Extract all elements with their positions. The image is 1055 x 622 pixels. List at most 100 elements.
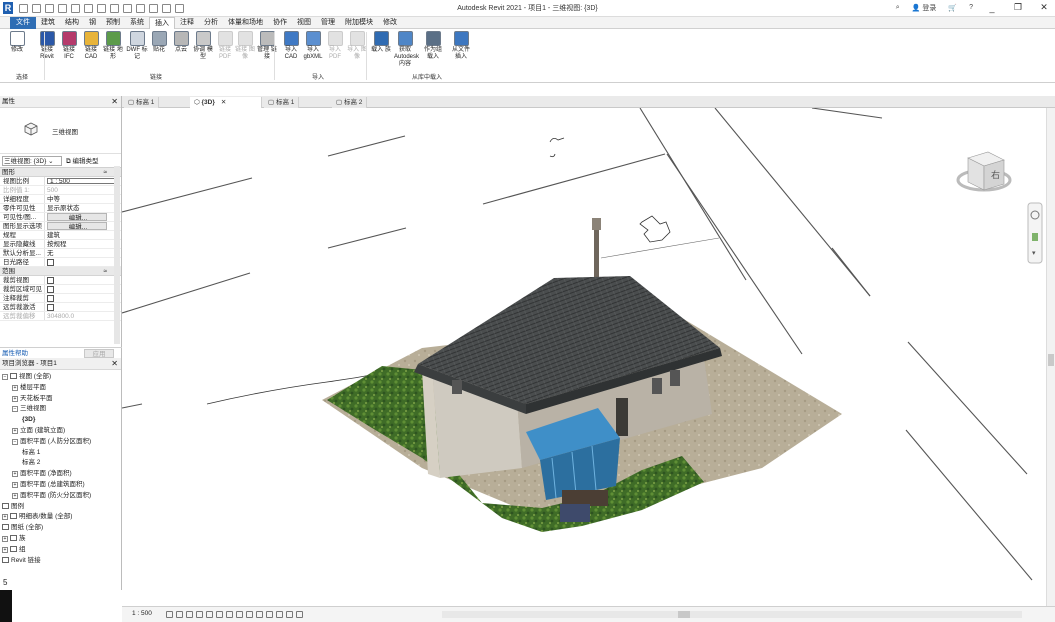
close-icon[interactable]: ✕ xyxy=(111,358,118,370)
sun-path-icon[interactable] xyxy=(186,611,193,618)
tree-node[interactable]: − 三维视图 xyxy=(12,404,46,413)
tree-node[interactable]: 图纸 (全部) xyxy=(2,523,43,532)
menu-tab[interactable]: 分析 xyxy=(199,17,223,29)
tree-node[interactable]: + 楼层平面 xyxy=(12,383,46,392)
tree-node[interactable]: − 视图 (全部) xyxy=(2,372,51,381)
revit-logo-icon[interactable]: R xyxy=(3,2,13,14)
collapse-icon[interactable]: − xyxy=(2,374,8,380)
expand-icon[interactable]: + xyxy=(2,546,8,553)
property-input[interactable]: 1 : 500 xyxy=(47,178,119,184)
expand-icon[interactable]: + xyxy=(12,395,18,402)
lock-view-icon[interactable] xyxy=(236,611,243,618)
ribbon-button-autodesk-content[interactable]: 获取 Autodesk 内容 xyxy=(394,31,419,71)
render-icon[interactable] xyxy=(206,611,213,618)
view-scale[interactable]: 1 : 500 xyxy=(132,610,152,617)
property-checkbox[interactable] xyxy=(45,258,121,266)
type-selector-dropdown[interactable]: 三维视图: {3D} ⌄ xyxy=(2,155,62,166)
temporary-hide-icon[interactable] xyxy=(246,611,253,618)
view-tab-3d[interactable]: ⬡ {3D} ✕ xyxy=(190,97,262,108)
expand-icon[interactable]: + xyxy=(12,428,18,434)
close-icon[interactable]: ✕ xyxy=(111,96,118,108)
scroll-thumb[interactable] xyxy=(1048,354,1054,366)
ribbon-button-load-as-group[interactable]: 作为组 载入 xyxy=(422,31,444,71)
property-checkbox[interactable] xyxy=(45,285,121,293)
3d-viewport[interactable]: 右 ▾ xyxy=(122,108,1046,606)
ribbon-button-load-family[interactable]: 载入 族 xyxy=(370,31,392,71)
ribbon-button-import-image[interactable]: 导入 图像 xyxy=(346,31,368,71)
menu-tab[interactable]: 插入 xyxy=(149,16,175,29)
menu-tab[interactable]: 体量和场地 xyxy=(223,17,268,29)
ribbon-button-link-image[interactable]: 链接 图像 xyxy=(234,31,256,71)
collapse-icon[interactable]: ≈ xyxy=(103,168,107,177)
undo-icon[interactable] xyxy=(58,3,67,13)
ribbon-button-decal[interactable]: 贴花 xyxy=(148,31,170,71)
menu-tab[interactable]: 附加模块 xyxy=(340,17,378,29)
edit-type-button[interactable]: ⧉ 编辑类型 xyxy=(66,155,98,166)
tree-node[interactable]: + 面积平面 (净面积) xyxy=(12,469,72,478)
ribbon-button-modify-arrow[interactable]: 修改 xyxy=(6,31,28,71)
apply-button[interactable]: 应用 xyxy=(84,349,114,358)
ribbon-button-link-ifc[interactable]: 链接 IFC xyxy=(58,31,80,71)
nav-menu-icon[interactable]: ▾ xyxy=(1032,250,1036,257)
properties-scrollbar[interactable] xyxy=(114,166,120,344)
edit-button[interactable]: 编辑... xyxy=(47,222,107,230)
save-icon[interactable] xyxy=(32,3,41,13)
expand-icon[interactable]: + xyxy=(12,492,18,499)
tree-node[interactable]: 图例 xyxy=(2,502,24,511)
ribbon-button-point-cloud[interactable]: 点云 xyxy=(170,31,192,71)
zoom-icon[interactable] xyxy=(1032,233,1038,241)
view-tab-level2-area[interactable]: ▢ 标高 2 xyxy=(332,97,368,108)
viewport-vertical-scrollbar[interactable] xyxy=(1046,108,1055,606)
ribbon-button-import-gbxml[interactable]: 导入 gbXML xyxy=(302,31,324,71)
edit-button[interactable]: 编辑... xyxy=(47,213,107,221)
ribbon-button-dwf-markup[interactable]: DWF 标记 xyxy=(126,31,148,71)
expand-icon[interactable]: + xyxy=(12,471,18,478)
section-graphics[interactable]: 图形 ≈ xyxy=(0,168,121,177)
tree-node[interactable]: + 天花板平面 xyxy=(12,394,53,403)
property-checkbox[interactable] xyxy=(45,294,121,302)
3d-view-icon[interactable] xyxy=(123,3,132,13)
redo-icon[interactable] xyxy=(71,3,80,13)
checkbox[interactable] xyxy=(47,277,54,284)
checkbox[interactable] xyxy=(47,304,54,311)
open-icon[interactable] xyxy=(19,3,28,13)
collapse-icon[interactable]: − xyxy=(12,438,18,445)
close-tab-icon[interactable]: ✕ xyxy=(221,99,226,106)
tree-node[interactable]: + 立面 (建筑立面) xyxy=(12,426,65,435)
expand-icon[interactable]: + xyxy=(2,514,8,521)
checkbox[interactable] xyxy=(47,295,54,302)
close-window-button[interactable]: ✕ xyxy=(1037,2,1051,13)
detail-level-icon[interactable] xyxy=(166,611,173,618)
property-checkbox[interactable] xyxy=(45,303,121,311)
switch-windows-icon[interactable] xyxy=(175,3,184,13)
menu-tab[interactable]: 文件 xyxy=(10,16,36,29)
worksharing-icon[interactable] xyxy=(266,611,273,618)
close-hidden-icon[interactable] xyxy=(162,3,171,13)
menu-tab[interactable]: 修改 xyxy=(378,17,402,29)
highlight-displacement-icon[interactable] xyxy=(286,611,293,618)
cart-icon[interactable]: 🛒 xyxy=(948,4,957,12)
ribbon-button-link-pdf[interactable]: 链接 PDF xyxy=(214,31,236,71)
tree-node[interactable]: {3D} xyxy=(22,415,35,424)
view-tab-level1[interactable]: ▢ 标高 1 xyxy=(124,97,160,108)
section-icon[interactable] xyxy=(136,3,145,13)
expand-icon[interactable]: + xyxy=(12,482,18,488)
ribbon-button-import-cad[interactable]: 导入 CAD xyxy=(280,31,302,71)
viewport-horizontal-scrollbar[interactable] xyxy=(442,611,1022,618)
visual-style-icon[interactable] xyxy=(176,611,183,618)
collapse-icon[interactable]: ≈ xyxy=(103,267,107,276)
view-tab-level1-area[interactable]: ▢ 标高 1 xyxy=(264,97,300,108)
ribbon-button-link-topography[interactable]: 链接 地形 xyxy=(102,31,124,71)
menu-tab[interactable]: 预制 xyxy=(101,17,125,29)
ribbon-button-insert-from-file[interactable]: 从文件 插入 xyxy=(450,31,472,71)
menu-tab[interactable]: 钢 xyxy=(84,17,101,29)
section-extents[interactable]: 范围 ≈ xyxy=(0,267,121,276)
reveal-hidden-icon[interactable] xyxy=(256,611,263,618)
tree-node[interactable]: + 面积平面 (总建筑面积) xyxy=(12,480,85,489)
sync-icon[interactable] xyxy=(45,3,54,13)
crop-view-icon[interactable] xyxy=(216,611,223,618)
tree-node[interactable]: − 面积平面 (人防分区面积) xyxy=(12,437,91,446)
menu-tab[interactable]: 协作 xyxy=(268,17,292,29)
group-label-select[interactable]: 选择 xyxy=(16,72,28,81)
expand-icon[interactable]: + xyxy=(2,536,8,542)
